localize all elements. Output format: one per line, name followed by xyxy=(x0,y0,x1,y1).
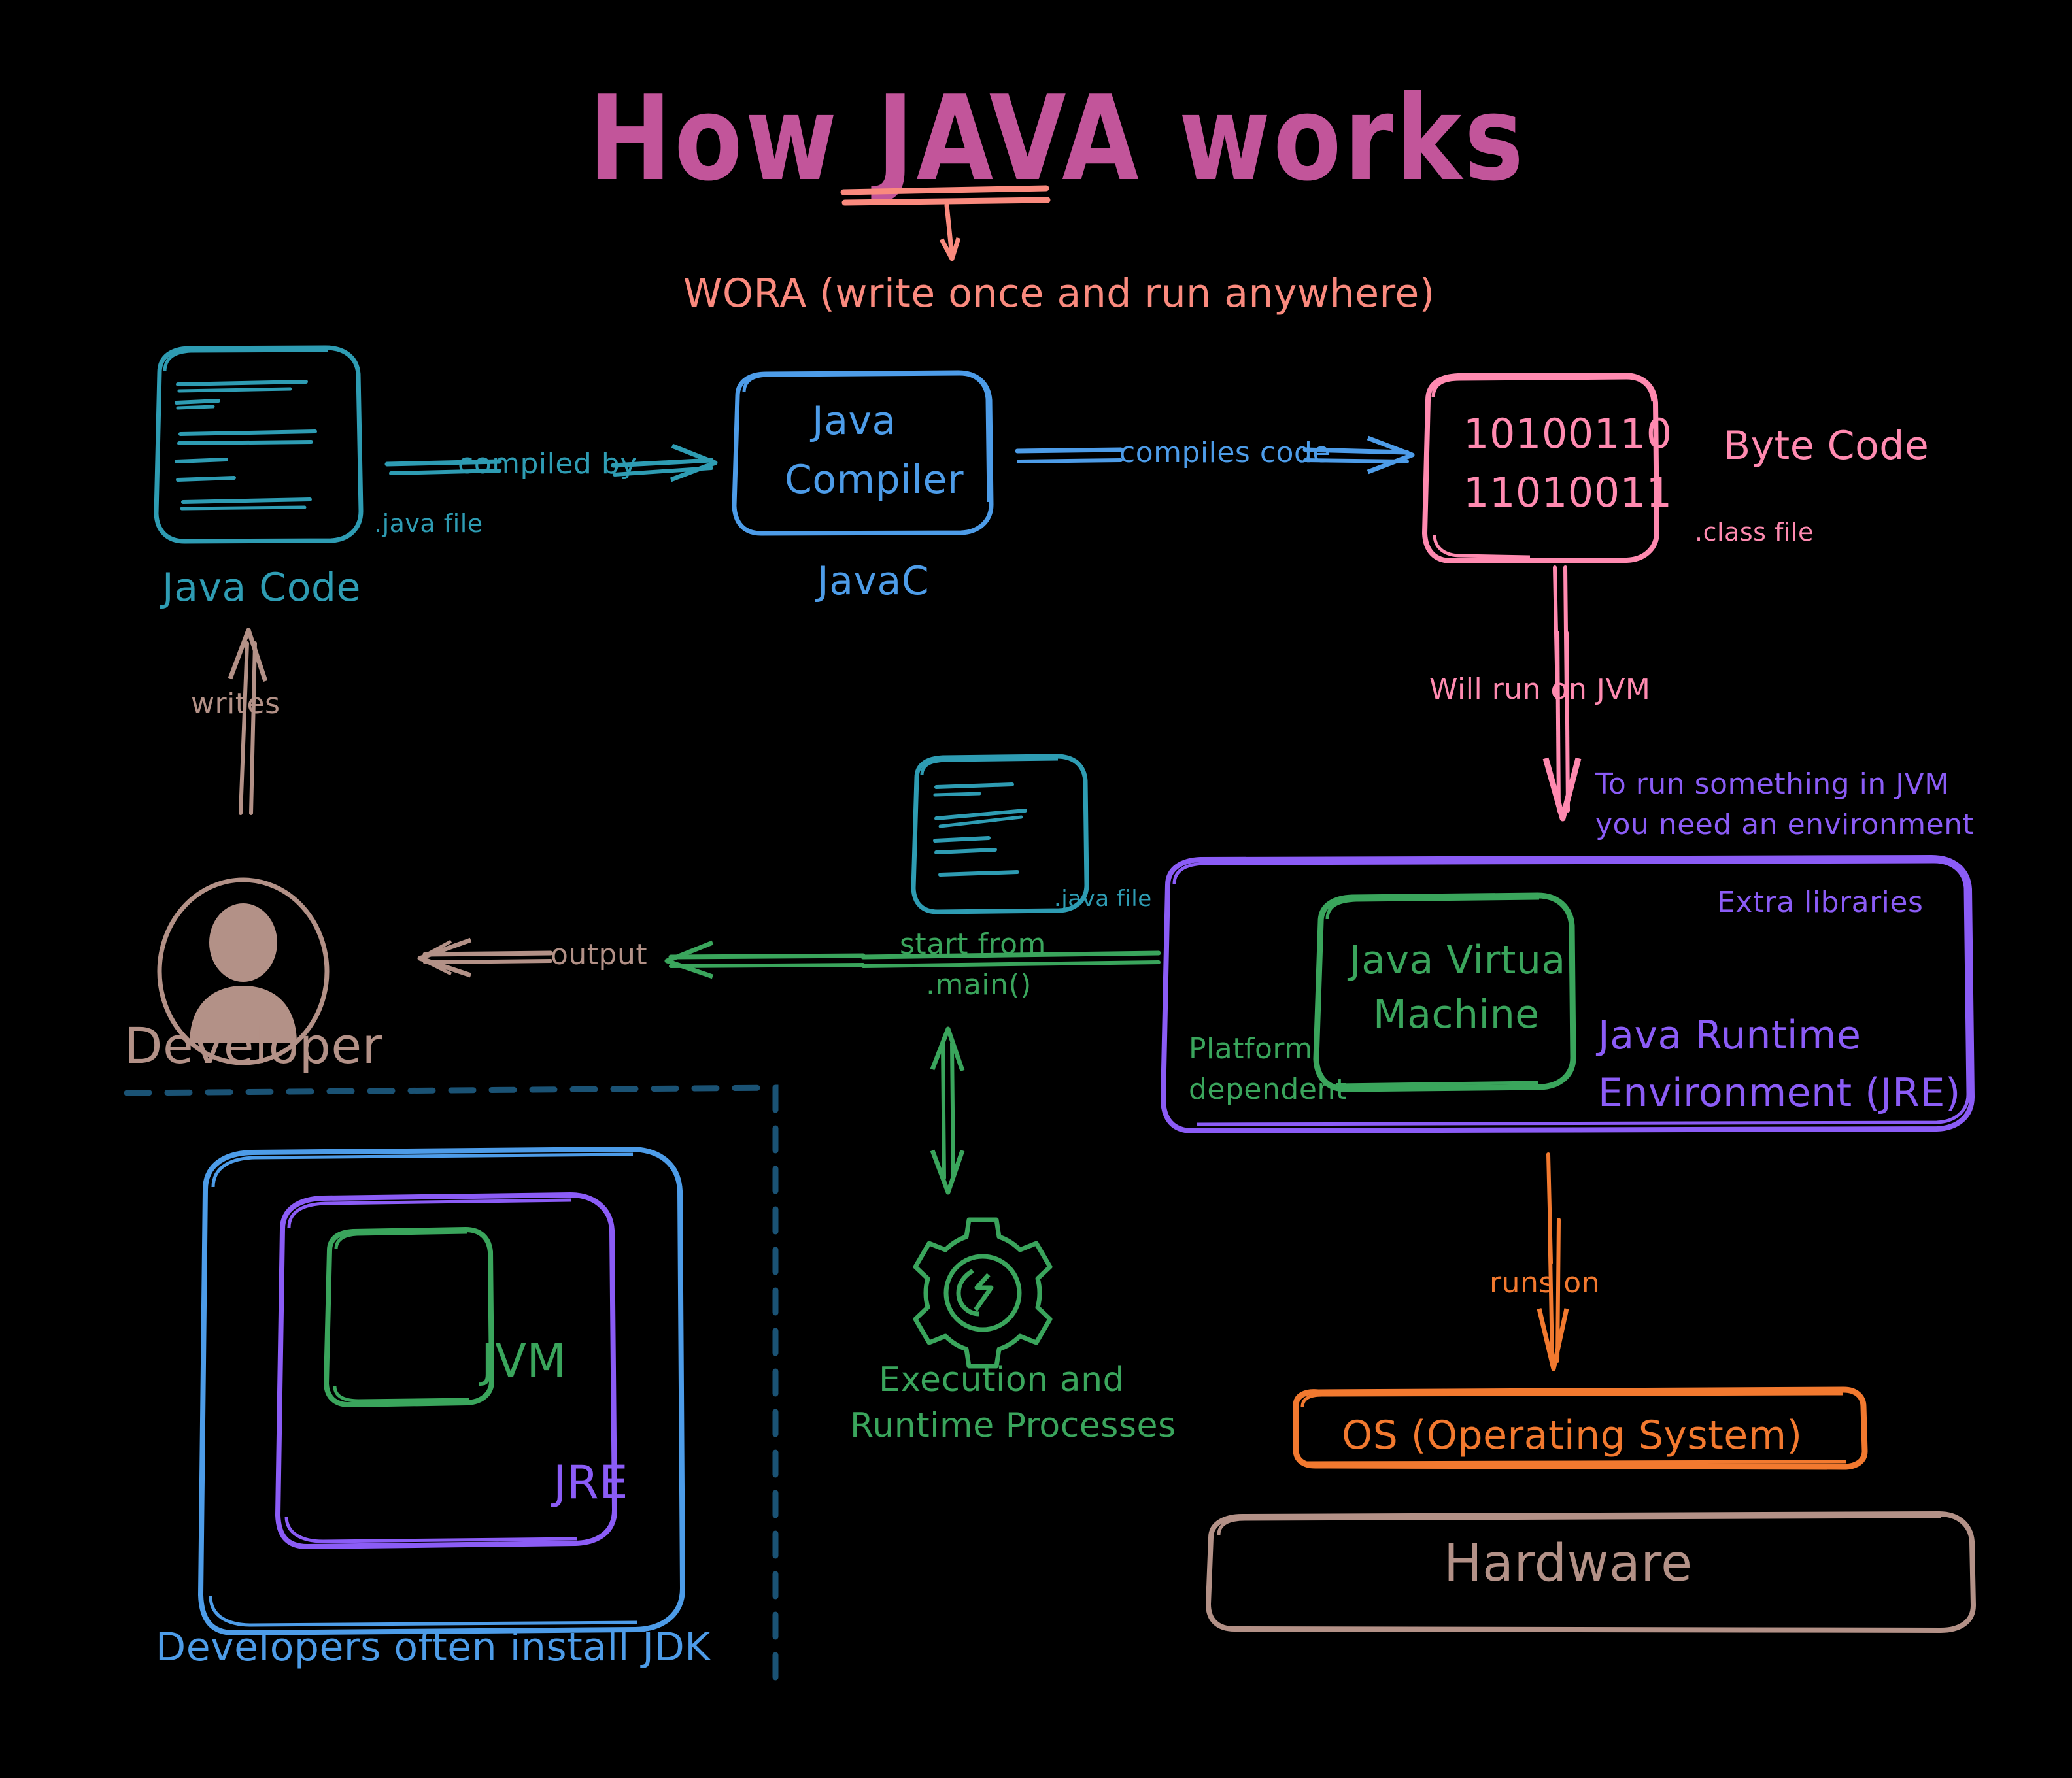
gear-icon xyxy=(913,1217,1053,1369)
jdk-jre-label: JRE xyxy=(553,1456,629,1509)
compiled-by-label: compiled by xyxy=(458,447,637,480)
execution-double-arrow xyxy=(930,1026,965,1195)
runs-on-label: runs on xyxy=(1489,1266,1601,1300)
jre-label-line1: Java Runtime xyxy=(1598,1013,1861,1058)
output-label: output xyxy=(551,938,648,971)
start-from-line1: start from xyxy=(900,928,1046,961)
jdk-caption: Developers often install JDK xyxy=(156,1624,711,1670)
java-file-label: .java file xyxy=(374,509,483,538)
java-code-box xyxy=(154,345,364,544)
jvm-line2: Machine xyxy=(1373,992,1540,1037)
platform-dependent-line1: Platform xyxy=(1189,1032,1313,1065)
execution-line2: Runtime Processes xyxy=(850,1406,1176,1445)
platform-dependent-line2: dependent xyxy=(1189,1073,1348,1106)
compiles-code-label: compiles code xyxy=(1119,436,1331,469)
second-java-file-label: .java file xyxy=(1054,886,1152,912)
title-underline-arrow xyxy=(840,185,1051,261)
os-label: OS (Operating System) xyxy=(1342,1413,1803,1458)
byte-code-binary-line1: 10100110 xyxy=(1463,410,1673,458)
jdk-jvm-label: JVM xyxy=(481,1334,567,1388)
start-from-line2: .main() xyxy=(926,968,1032,1001)
java-code-label: Java Code xyxy=(162,565,361,611)
java-compiler-box xyxy=(732,370,994,536)
jdk-jvm-box xyxy=(324,1227,494,1407)
environment-note-line1: To run something in JVM xyxy=(1595,767,1950,801)
diagram-canvas: How JAVA works WORA (write once and run … xyxy=(0,0,2072,1778)
jre-label-line2: Environment (JRE) xyxy=(1598,1070,1961,1116)
class-file-label: .class file xyxy=(1695,518,1814,546)
will-run-on-jvm-label: Will run on JVM xyxy=(1429,673,1651,706)
java-compiler-line1: Java xyxy=(812,398,896,444)
javac-label: JavaC xyxy=(817,558,930,604)
hardware-label: Hardware xyxy=(1444,1534,1693,1593)
environment-note-line2: you need an environment xyxy=(1595,808,1975,841)
byte-code-binary-line2: 11010011 xyxy=(1463,469,1673,516)
developer-label: Developer xyxy=(124,1016,383,1075)
writes-label: writes xyxy=(191,687,280,720)
wora-subtitle: WORA (write once and run anywhere) xyxy=(683,271,1435,316)
byte-code-label: Byte Code xyxy=(1724,423,1929,469)
jvm-line1: Java Virtual xyxy=(1350,937,1577,983)
extra-libraries-label: Extra libraries xyxy=(1717,886,1924,919)
execution-line1: Execution and xyxy=(879,1360,1125,1400)
java-compiler-line2: Compiler xyxy=(785,457,964,503)
